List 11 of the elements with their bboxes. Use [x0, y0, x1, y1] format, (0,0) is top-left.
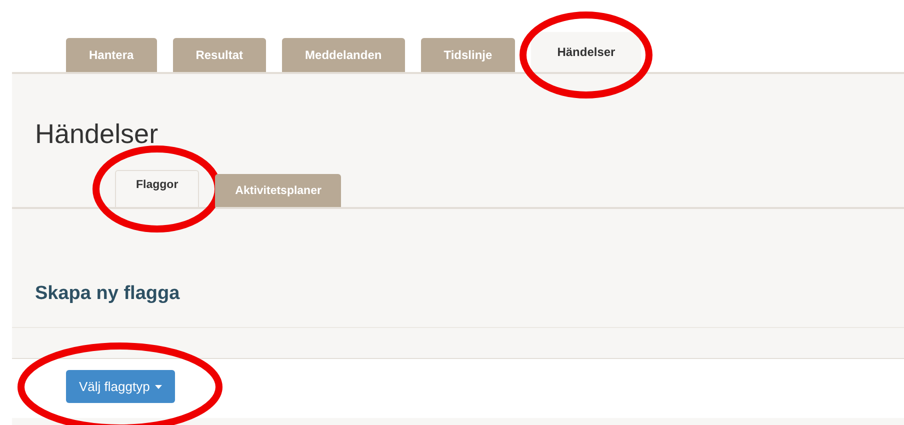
dropdown-button[interactable]: Välj flaggtyp	[66, 370, 175, 403]
section-title: Skapa ny flagga	[34, 282, 181, 306]
page-heading: Händelser	[34, 118, 160, 151]
tab[interactable]: Tidslinje	[420, 38, 516, 72]
tab[interactable]: Resultat	[172, 38, 266, 72]
tab[interactable]: Händelser	[531, 32, 642, 72]
tab[interactable]: Hantera	[66, 38, 157, 72]
tab[interactable]: Aktivitetsplaner	[215, 174, 342, 207]
tab[interactable]: Meddelanden	[282, 38, 405, 72]
tab[interactable]: Flaggor	[115, 170, 200, 207]
caret-icon	[154, 384, 162, 388]
